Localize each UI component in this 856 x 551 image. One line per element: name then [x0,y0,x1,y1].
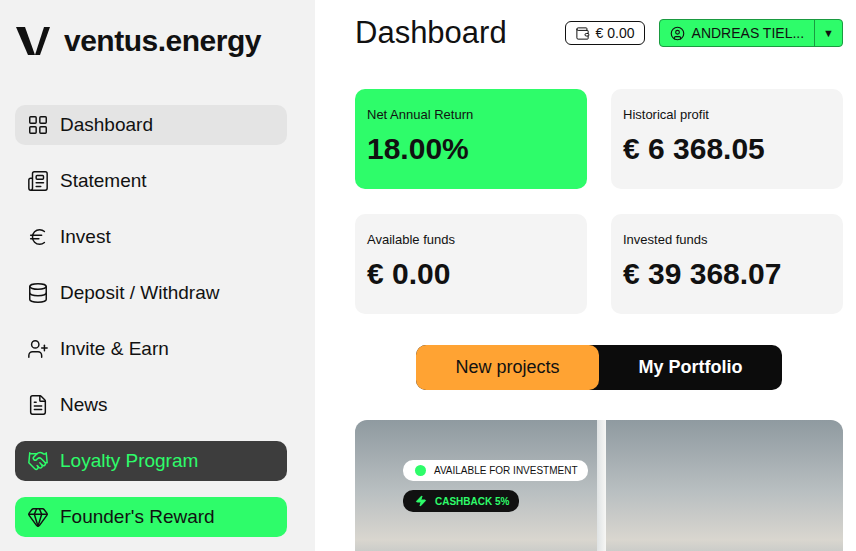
user-dropdown-button[interactable]: ▼ [814,20,842,46]
user-button[interactable]: ANDREAS TIEL... [660,20,815,46]
stats-grid: Net Annual Return 18.00% Historical profit… [355,89,843,314]
page-title: Dashboard [355,15,565,51]
sidebar-item[interactable]: Invite & Earn [15,329,287,369]
project-badge: AVAILABLE FOR INVESTMENT [403,460,588,481]
nav-icon [27,338,49,360]
nav-icon [27,226,49,248]
nav-icon [27,506,49,528]
nav-icon [27,114,49,136]
sidebar-item-label: Dashboard [60,114,153,136]
stat-value: € 39 368.07 [623,257,831,291]
wallet-button[interactable]: € 0.00 [565,21,645,45]
header: Dashboard € 0.00 ANDREAS TIEL... ▼ [355,15,843,51]
view-tab[interactable]: My Portfolio [599,345,782,390]
view-toggle: New projectsMy Portfolio [416,345,782,390]
stat-card: Available funds € 0.00 [355,214,587,314]
sidebar-item[interactable]: Dashboard [15,105,287,145]
wallet-icon [575,26,590,41]
sidebar-item-label: Loyalty Program [60,450,198,472]
project-badge: CASHBACK 5% [403,490,519,512]
status-dot [415,465,426,476]
dropdown-caret: ▼ [823,27,834,39]
logo-text: ventus.energy [64,24,261,58]
sidebar-item[interactable]: Loyalty Program [15,441,287,481]
bolt-icon [415,495,427,507]
sidebar-item-label: Statement [60,170,147,192]
stat-label: Available funds [367,232,575,247]
stat-value: € 0.00 [367,257,575,291]
sidebar-item[interactable]: Deposit / Withdraw [15,273,287,313]
logo[interactable]: ventus.energy [15,20,287,62]
user-name: ANDREAS TIEL... [692,25,805,41]
project-card[interactable]: AVAILABLE FOR INVESTMENT CASHBACK 5% [355,420,843,551]
logo-icon [16,25,50,57]
sidebar-item-label: News [60,394,108,416]
user-icon [670,26,685,41]
sidebar-nav: Dashboard Statement Invest Deposit / Withdr… [15,105,287,537]
badge-label: CASHBACK 5% [435,496,509,507]
stat-value: 18.00% [367,132,575,166]
sidebar-item[interactable]: Founder's Reward [15,497,287,537]
sidebar-item-label: Invite & Earn [60,338,169,360]
main: Dashboard € 0.00 ANDREAS TIEL... ▼ Net Annua… [315,0,856,551]
badge-label: AVAILABLE FOR INVESTMENT [434,465,578,476]
stat-value: € 6 368.05 [623,132,831,166]
user-menu: ANDREAS TIEL... ▼ [659,19,843,47]
nav-icon [27,282,49,304]
nav-icon [27,170,49,192]
stat-card: Net Annual Return 18.00% [355,89,587,189]
nav-icon [27,450,49,472]
stat-card: Historical profit € 6 368.05 [611,89,843,189]
stat-label: Net Annual Return [367,107,575,122]
view-tab[interactable]: New projects [416,345,599,390]
stat-label: Historical profit [623,107,831,122]
sidebar-item[interactable]: Invest [15,217,287,257]
sidebar-item-label: Deposit / Withdraw [60,282,219,304]
stat-label: Invested funds [623,232,831,247]
sidebar-item-label: Founder's Reward [60,506,215,528]
wallet-balance: € 0.00 [596,25,635,41]
sidebar-item-label: Invest [60,226,111,248]
stat-card: Invested funds € 39 368.07 [611,214,843,314]
app: ventus.energy Dashboard Statement Invest Dep… [0,0,856,551]
sidebar: ventus.energy Dashboard Statement Invest Dep… [0,0,315,551]
sidebar-item[interactable]: News [15,385,287,425]
sidebar-item[interactable]: Statement [15,161,287,201]
project-photo [597,420,606,551]
nav-icon [27,394,49,416]
